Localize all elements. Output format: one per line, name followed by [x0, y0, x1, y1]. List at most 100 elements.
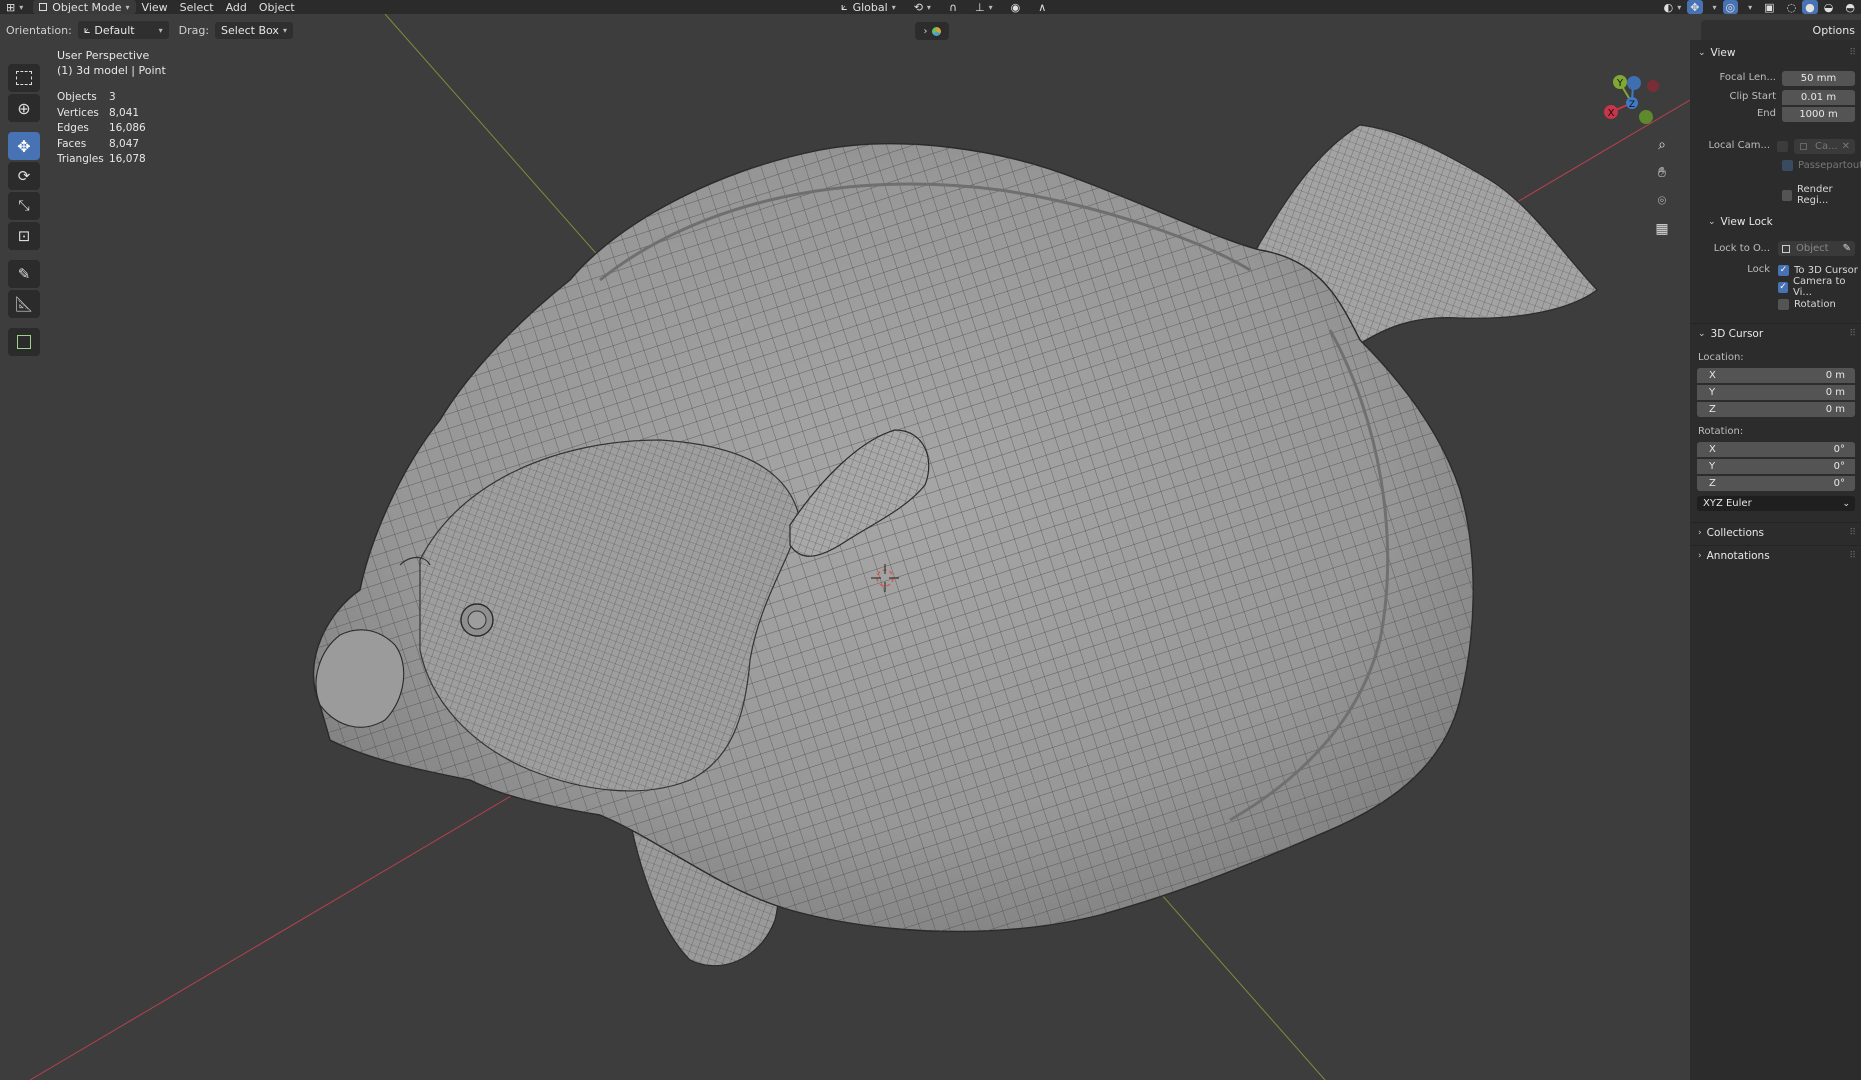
close-icon: ✕	[1841, 141, 1850, 152]
falloff-button[interactable]: ∧	[1032, 0, 1052, 14]
stat-label: Edges	[57, 122, 89, 134]
axis-label: Y	[1709, 387, 1716, 398]
mode-dropdown[interactable]: Object Mode ▾	[33, 0, 136, 14]
camera-view-button[interactable]: ⌾	[1650, 190, 1674, 212]
passepartout-row[interactable]: Passepartout	[1782, 157, 1861, 173]
annotations-section-header[interactable]: › Annotations ⠿	[1690, 545, 1861, 565]
annotations-section-title: Annotations	[1706, 549, 1770, 562]
transform-orientation-dropdown[interactable]: ⟀ Global ▾	[835, 0, 902, 14]
proportional-edit-button[interactable]: ◉	[1005, 0, 1027, 14]
overlay-menu-button[interactable]: ▾	[1738, 0, 1758, 14]
chevron-down-icon: ⌄	[1698, 48, 1706, 58]
cursor-section-header[interactable]: ⌄ 3D Cursor ⠿	[1690, 323, 1861, 343]
cursor-section-title: 3D Cursor	[1710, 327, 1764, 340]
drag-grip-icon: ⠿	[1849, 48, 1856, 58]
visibility-button[interactable]: ◐ ▾	[1658, 0, 1688, 14]
menu-view[interactable]: View	[136, 0, 174, 14]
shading-material-button[interactable]: ◒	[1818, 0, 1840, 14]
cursor-rotation-x[interactable]: X 0°	[1697, 442, 1855, 457]
menu-add[interactable]: Add	[220, 0, 253, 14]
stat-row: Vertices 8,041	[57, 106, 146, 122]
cursor-location-y[interactable]: Y 0 m	[1697, 385, 1855, 400]
options-dropdown[interactable]: Options	[1701, 20, 1861, 40]
shading-wireframe-button[interactable]: ◌	[1781, 0, 1803, 14]
lock-camera-label: Camera to Vi...	[1793, 276, 1846, 298]
passepartout-checkbox[interactable]	[1782, 159, 1793, 171]
chevron-down-icon: ▾	[19, 2, 24, 12]
clip-start-field[interactable]: 0.01 m	[1782, 90, 1855, 105]
chevron-down-icon: ▾	[891, 2, 896, 12]
cursor-rotation-z[interactable]: Z 0°	[1697, 476, 1855, 491]
lock-camera-checkbox[interactable]: ✓	[1778, 281, 1789, 293]
3d-viewport[interactable]: ⊕ ✥ ⟳ ⤡ ⊡ ✎ 📐︎ Y X Z ⌕ ✋︎ ⌾ ▦	[0, 14, 1690, 1080]
menu-object[interactable]: Object	[253, 0, 301, 14]
local-camera-checkbox[interactable]	[1777, 141, 1788, 152]
render-region-checkbox[interactable]	[1782, 189, 1793, 201]
annotate-icon: ✎	[17, 265, 31, 283]
cursor-rotation-y[interactable]: Y 0°	[1697, 459, 1855, 474]
move-tool[interactable]: ✥	[8, 132, 40, 160]
editor-type-button[interactable]: ⊞ ▾	[0, 0, 29, 14]
cursor-location-x[interactable]: X 0 m	[1697, 368, 1855, 383]
snap-target-icon: ⊥	[975, 0, 985, 14]
lock-to-object-field[interactable]: Object ✎	[1778, 241, 1855, 256]
shading-solid-button[interactable]: ●	[1802, 0, 1818, 14]
add-cube-tool[interactable]	[8, 328, 40, 356]
view-section-header[interactable]: ⌄ View ⠿	[1690, 43, 1861, 63]
navigation-gizmo[interactable]: Y X Z	[1600, 69, 1670, 129]
pivot-point-button[interactable]: ⟲ ▾	[908, 0, 937, 14]
view-lock-section-header[interactable]: ⌄ View Lock	[1700, 212, 1861, 232]
gizmo-neg-y[interactable]	[1639, 110, 1653, 124]
gizmo-menu-button[interactable]: ▾	[1703, 0, 1723, 14]
editor-header: ⊞ ▾ Object Mode ▾ View Select Add Object ⟀…	[0, 0, 1861, 14]
xray-button[interactable]: ▣	[1758, 0, 1780, 14]
chevron-down-icon: ⌄	[1708, 217, 1716, 227]
stat-label: Vertices	[57, 106, 99, 119]
lock-camera-row[interactable]: ✓ Camera to Vi...	[1778, 276, 1861, 298]
annotate-tool[interactable]: ✎	[8, 260, 40, 288]
snap-button[interactable]: ∩	[943, 0, 963, 14]
cursor-tool[interactable]: ⊕	[8, 94, 40, 122]
object-mode-icon	[39, 3, 48, 11]
lock-to-object-placeholder: Object	[1796, 243, 1829, 254]
clip-end-field[interactable]: 1000 m	[1782, 107, 1855, 122]
overlay-button[interactable]: ◎	[1722, 0, 1739, 14]
rotate-icon: ⟳	[17, 167, 31, 185]
gizmo-neg-x[interactable]	[1647, 80, 1659, 92]
gizmo-toggle-button[interactable]: ›	[915, 22, 949, 40]
lock-rotation-checkbox[interactable]	[1778, 298, 1789, 310]
transform-tool[interactable]: ⊡	[8, 222, 40, 250]
focal-length-field[interactable]: 50 mm	[1782, 71, 1855, 86]
chevron-down-icon: ⌄	[1842, 498, 1850, 509]
select-box-tool[interactable]	[8, 64, 40, 92]
lock-rotation-row[interactable]: Rotation	[1778, 296, 1836, 312]
measure-tool[interactable]: 📐︎	[8, 290, 40, 318]
rotate-tool[interactable]: ⟳	[8, 162, 40, 190]
drag-dropdown[interactable]: Select Box ▾	[215, 21, 293, 39]
chevron-down-icon: ▾	[926, 2, 931, 12]
pan-button[interactable]: ✋︎	[1650, 162, 1674, 184]
view-lock-section-title: View Lock	[1720, 216, 1773, 228]
chevron-down-icon: ▾	[282, 25, 287, 35]
orientation-dropdown[interactable]: ⟀ Default ▾	[77, 21, 169, 39]
cursor-location-z[interactable]: Z 0 m	[1697, 402, 1855, 417]
drag-grip-icon: ⠿	[1849, 550, 1856, 561]
local-camera-value: Ca...	[1815, 141, 1838, 152]
axis-label: Y	[1709, 461, 1716, 472]
menu-select[interactable]: Select	[174, 0, 220, 14]
zoom-button[interactable]: ⌕	[1650, 134, 1674, 156]
collections-section-header[interactable]: › Collections ⠿	[1690, 522, 1861, 542]
rotation-mode-dropdown[interactable]: XYZ Euler ⌄	[1697, 496, 1855, 511]
lock-to-cursor-checkbox[interactable]: ✓	[1778, 264, 1789, 276]
scene-icon	[931, 26, 941, 36]
move-icon: ✥	[17, 136, 31, 156]
gizmo-button[interactable]: ✥	[1687, 0, 1703, 14]
snap-target-button[interactable]: ⊥ ▾	[969, 0, 999, 14]
ortho-toggle-button[interactable]: ▦	[1650, 218, 1674, 240]
local-camera-field[interactable]: Ca... ✕	[1794, 139, 1855, 154]
scale-tool[interactable]: ⤡	[8, 192, 40, 220]
axis-value: 0°	[1833, 478, 1845, 489]
render-region-row[interactable]: Render Regi...	[1782, 184, 1861, 206]
shading-rendered-button[interactable]: ◓	[1839, 0, 1861, 14]
gizmo-neg-z[interactable]	[1627, 76, 1641, 90]
